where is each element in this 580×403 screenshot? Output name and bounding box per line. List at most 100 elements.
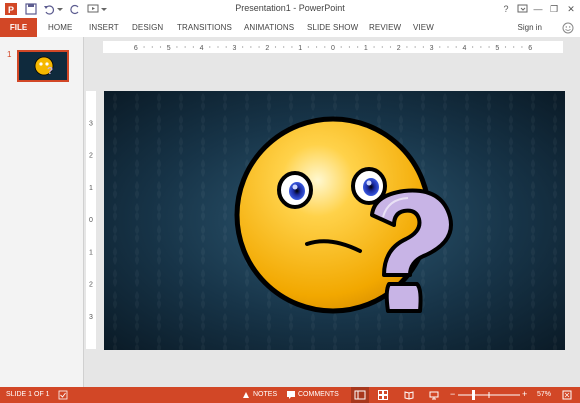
normal-view-icon[interactable] [351, 387, 369, 403]
status-bar: SLIDE 1 OF 1 NOTES COMMENTS − + 57% [0, 387, 580, 403]
zoom-in-button[interactable]: + [522, 389, 527, 399]
ruler-tick [151, 46, 153, 48]
minimize-button[interactable]: — [530, 4, 546, 14]
spell-check-icon[interactable] [58, 390, 68, 400]
window-title: Presentation1 - PowerPoint [235, 3, 345, 13]
ruler-tick [258, 46, 260, 48]
ruler-tick [472, 46, 474, 48]
fit-slide-icon[interactable] [562, 390, 572, 400]
title-bar: P Presentation1 - PowerPoint ? — ❐ ✕ [0, 0, 580, 18]
ruler-tick [324, 46, 326, 48]
ruler-label: 2 [89, 153, 93, 160]
ruler-tick [373, 46, 375, 48]
reading-view-icon[interactable] [404, 390, 414, 400]
ruler-tick [513, 46, 515, 48]
ruler-label: 1 [364, 45, 368, 52]
ruler-label: 0 [331, 45, 335, 52]
smiley-feedback-icon[interactable] [562, 22, 574, 34]
ruler-label: 2 [89, 282, 93, 289]
slide-sorter-icon[interactable] [378, 390, 388, 400]
ruler-tick [242, 46, 244, 48]
slide-canvas[interactable] [104, 91, 565, 350]
tab-animations[interactable]: ANIMATIONS [244, 18, 294, 37]
notes-button[interactable]: NOTES [253, 391, 277, 398]
ruler-label: 6 [134, 45, 138, 52]
ruler-tick [274, 46, 277, 48]
ruler-tick [480, 46, 482, 48]
slide-artwork [104, 91, 565, 350]
ruler-tick [414, 46, 416, 48]
ruler-tick [422, 46, 424, 48]
ruler-label: 5 [167, 45, 171, 52]
ruler-tick [521, 46, 523, 48]
ruler-tick [250, 46, 252, 48]
ruler-tick [283, 46, 285, 48]
comments-button[interactable]: COMMENTS [298, 391, 339, 398]
slides-pane [0, 37, 84, 387]
ruler-tick [143, 46, 145, 48]
help-button[interactable]: ? [498, 4, 514, 14]
ruler-tick [159, 46, 162, 48]
close-button[interactable]: ✕ [562, 4, 580, 15]
zoom-slider[interactable] [458, 389, 520, 401]
restore-button[interactable]: ❐ [546, 4, 562, 15]
ruler-tick [217, 46, 219, 48]
tab-review[interactable]: REVIEW [369, 18, 401, 37]
ruler-tick [340, 46, 342, 48]
slide-indicator: SLIDE 1 OF 1 [6, 391, 50, 398]
ruler-label: 3 [430, 45, 434, 52]
ruler-tick [447, 46, 449, 48]
ribbon-tabs: HOME INSERT DESIGN TRANSITIONS ANIMATION… [0, 18, 580, 38]
vertical-ruler: 3 2 1 0 1 2 3 [86, 91, 96, 349]
sign-in-link[interactable]: Sign in [518, 18, 542, 37]
tab-file[interactable]: FILE [0, 18, 37, 37]
ruler-label: 1 [89, 249, 93, 256]
ruler-label: 2 [397, 45, 401, 52]
tab-slide-show[interactable]: SLIDE SHOW [307, 18, 358, 37]
tab-insert[interactable]: INSERT [89, 18, 119, 37]
svg-text:?: ? [47, 66, 53, 77]
ruler-tick [381, 46, 383, 48]
window-controls: ? — ❐ ✕ [498, 0, 580, 18]
ruler-label: 1 [298, 45, 302, 52]
tab-view[interactable]: VIEW [413, 18, 434, 37]
ruler-tick [192, 46, 194, 48]
ribbon-display-options-icon[interactable] [514, 0, 530, 18]
ruler-tick [348, 46, 351, 48]
thumbnail-preview: ? [34, 56, 54, 77]
notes-icon[interactable] [242, 390, 250, 400]
ruler-label: 4 [462, 45, 466, 52]
zoom-level[interactable]: 57% [537, 391, 551, 398]
ruler-tick [488, 46, 490, 48]
ruler-tick [406, 46, 408, 48]
zoom-out-button[interactable]: − [450, 389, 455, 399]
ruler-tick [439, 46, 441, 48]
ruler-label: 2 [265, 45, 269, 52]
ruler-tick [291, 46, 293, 48]
ruler-label: 1 [89, 185, 93, 192]
ruler-tick [389, 46, 392, 48]
ruler-tick [176, 46, 178, 48]
slide-thumbnail[interactable]: ? [17, 50, 69, 82]
ruler-tick [357, 46, 359, 48]
ruler-label: 6 [528, 45, 532, 52]
ruler-tick [209, 46, 211, 48]
comments-icon[interactable] [286, 390, 296, 400]
ruler-tick [504, 46, 507, 48]
ruler-tick [225, 46, 227, 48]
tab-transitions[interactable]: TRANSITIONS [177, 18, 232, 37]
ruler-label: 4 [200, 45, 204, 52]
horizontal-ruler: 6 5 4 3 2 1 0 1 2 3 4 5 6 [103, 41, 563, 53]
tab-design[interactable]: DESIGN [132, 18, 163, 37]
ruler-label: 3 [89, 120, 93, 127]
tab-home[interactable]: HOME [48, 18, 72, 37]
ruler-tick [455, 46, 457, 48]
slide-show-icon[interactable] [429, 390, 439, 400]
ruler-label: 5 [495, 45, 499, 52]
ruler-label: 3 [89, 314, 93, 321]
ruler-tick [315, 46, 318, 48]
ruler-tick [307, 46, 309, 48]
ruler-tick [184, 46, 186, 48]
ruler-label: 3 [232, 45, 236, 52]
ruler-label: 0 [89, 217, 93, 224]
